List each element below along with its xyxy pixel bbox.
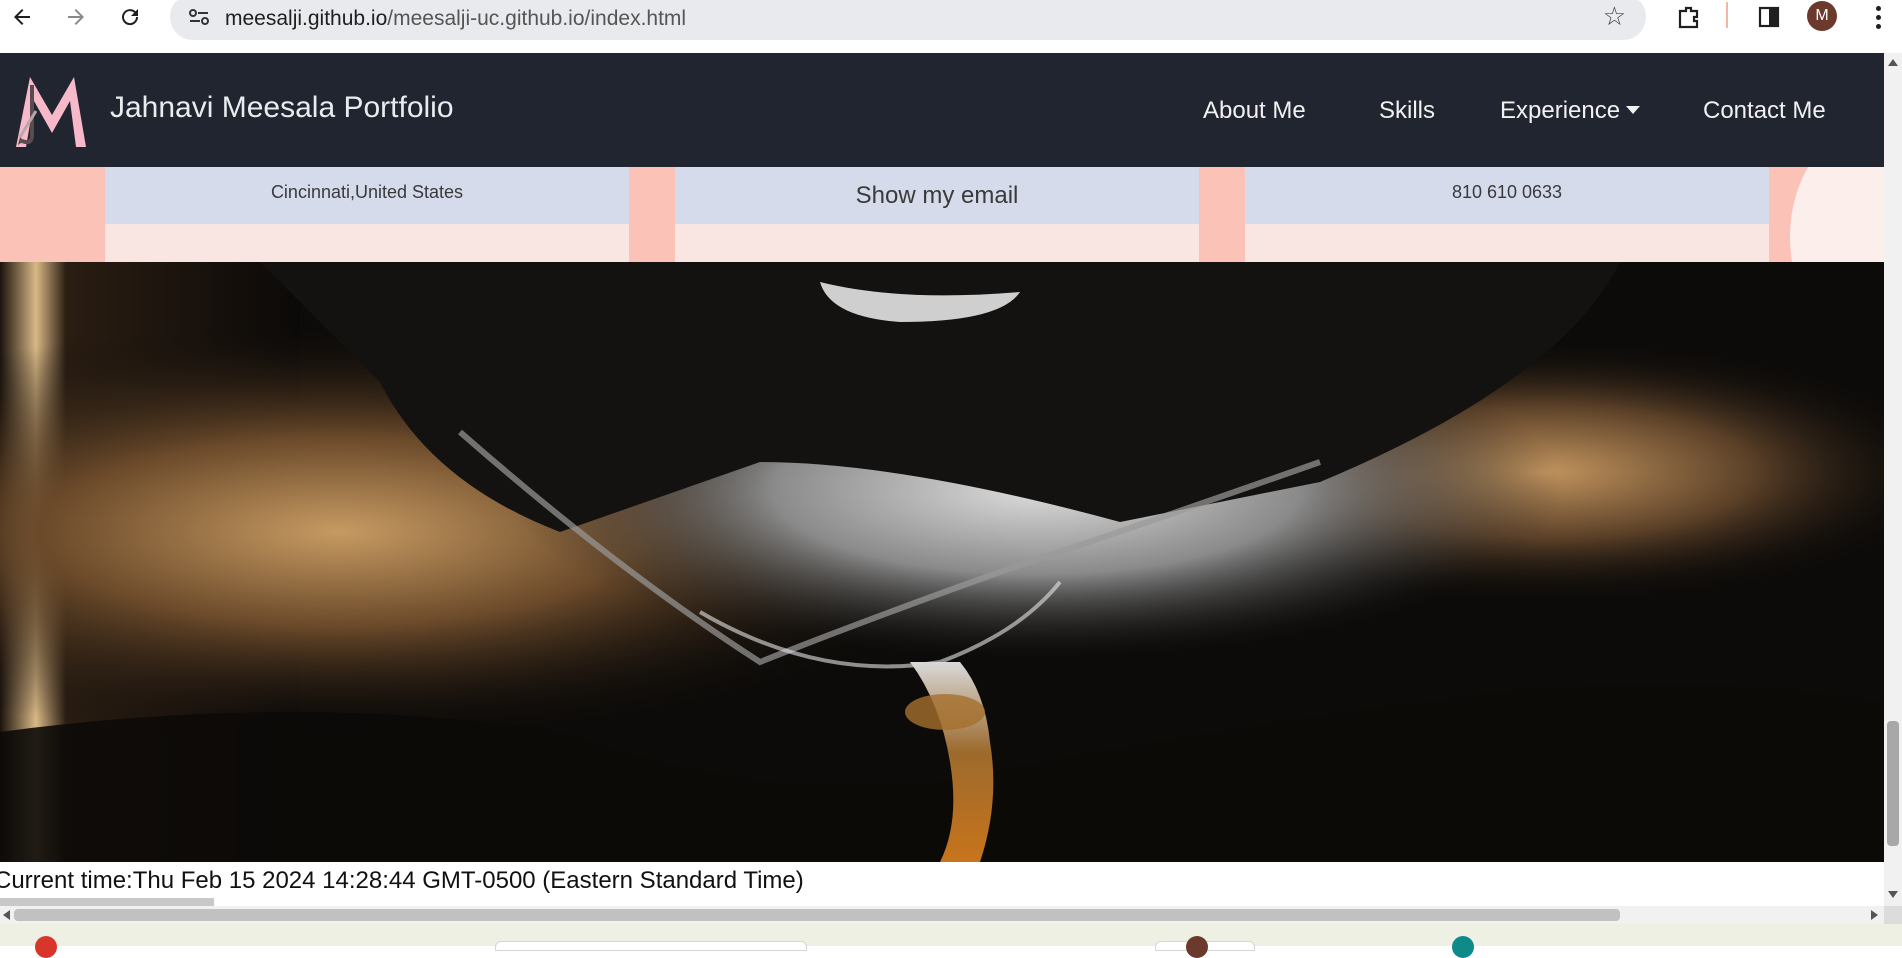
nav-contact-me[interactable]: Contact Me <box>1703 97 1826 125</box>
forward-arrow-icon[interactable] <box>54 0 98 34</box>
scroll-down-icon[interactable] <box>1888 891 1898 898</box>
scroll-right-icon[interactable] <box>1871 910 1878 920</box>
bookmark-star-icon[interactable]: ☆ <box>1603 2 1626 32</box>
taskbar-item[interactable] <box>495 941 807 951</box>
phone-text: 810 610 0633 <box>1245 167 1769 224</box>
extensions-icon[interactable] <box>1672 2 1706 32</box>
phone-card: 810 610 0633 <box>1245 167 1769 262</box>
nav-experience-label: Experience <box>1500 97 1621 124</box>
browser-toolbar: meesalji.github.io/meesalji-uc.github.io… <box>0 0 1902 53</box>
current-time-text: Current time:Thu Feb 15 2024 14:28:44 GM… <box>0 867 804 894</box>
nav-skills[interactable]: Skills <box>1379 97 1435 125</box>
site-info-icon[interactable] <box>186 4 212 30</box>
url-host: meesalji.github.io <box>225 7 388 30</box>
brand-title[interactable]: Jahnavi Meesala Portfolio <box>110 91 454 125</box>
site-navbar: Jahnavi Meesala Portfolio About Me Skill… <box>0 53 1884 167</box>
location-text: Cincinnati,United States <box>105 167 629 224</box>
taskbar-strip <box>0 924 1902 958</box>
back-arrow-icon[interactable] <box>0 0 44 34</box>
taskbar-app-icon[interactable] <box>1186 936 1208 958</box>
scroll-up-icon[interactable] <box>1888 59 1898 66</box>
taskbar-app-icon[interactable] <box>35 936 57 958</box>
reload-icon[interactable] <box>108 0 152 34</box>
url-text: meesalji.github.io/meesalji-uc.github.io… <box>225 7 686 31</box>
side-panel-icon[interactable] <box>1752 2 1786 32</box>
taskbar-app-icon[interactable] <box>1452 936 1474 958</box>
vertical-scrollbar[interactable] <box>1884 53 1902 906</box>
chevron-down-icon <box>1626 106 1641 114</box>
coffee-pour-image <box>0 262 1884 862</box>
vertical-scroll-thumb[interactable] <box>1887 721 1899 846</box>
profile-avatar[interactable]: M <box>1807 1 1837 31</box>
contact-section: Cincinnati,United States Show my email 8… <box>0 167 1884 262</box>
page-viewport: Jahnavi Meesala Portfolio About Me Skill… <box>0 53 1884 906</box>
address-bar[interactable]: meesalji.github.io/meesalji-uc.github.io… <box>170 0 1646 40</box>
email-card: Show my email <box>675 167 1199 262</box>
toolbar-divider <box>1726 2 1728 28</box>
decorative-shape <box>1790 167 1884 262</box>
horizontal-scrollbar[interactable] <box>0 906 1884 924</box>
horizontal-scroll-thumb[interactable] <box>14 909 1620 921</box>
nav-about-me[interactable]: About Me <box>1203 97 1306 125</box>
url-path: /meesalji-uc.github.io/index.html <box>387 7 687 30</box>
menu-kebab-icon[interactable] <box>1868 0 1888 34</box>
brand-logo[interactable] <box>12 71 90 149</box>
nav-experience-dropdown[interactable]: Experience <box>1500 97 1641 125</box>
show-email-button[interactable]: Show my email <box>675 167 1199 224</box>
inner-scroll-indicator <box>0 898 214 906</box>
scroll-left-icon[interactable] <box>3 910 10 920</box>
scrollbar-corner <box>1884 906 1902 924</box>
location-card: Cincinnati,United States <box>105 167 629 262</box>
